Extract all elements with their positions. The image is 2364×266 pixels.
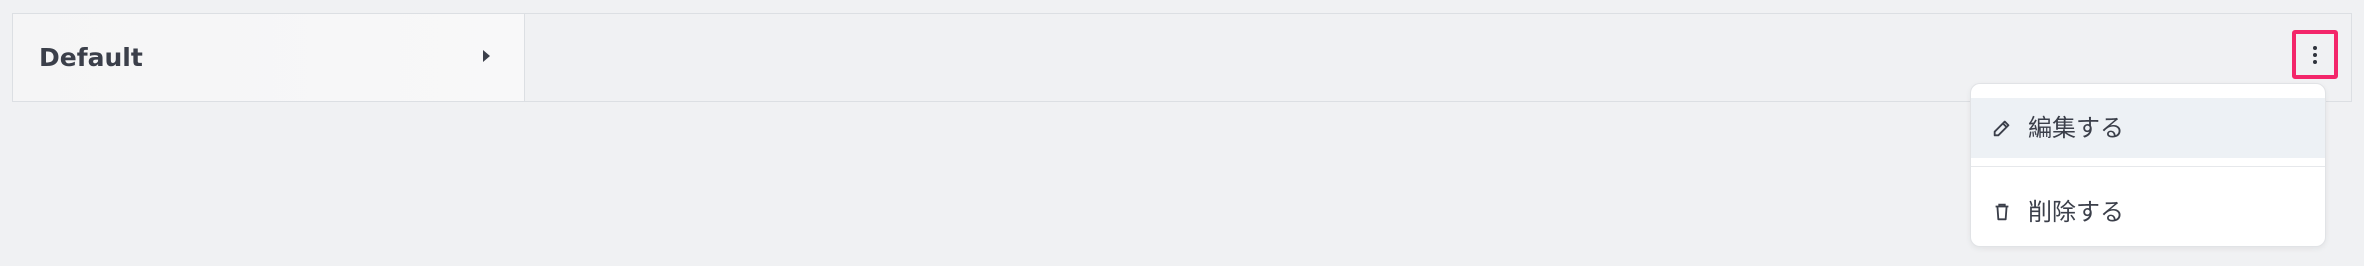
menu-divider: [1971, 166, 2325, 167]
more-options-button[interactable]: [2292, 30, 2338, 79]
menu-item-label: 編集する: [2028, 114, 2124, 142]
menu-item-delete[interactable]: 削除する: [1971, 182, 2325, 242]
row-header[interactable]: Default: [13, 14, 525, 101]
menu-item-label: 削除する: [2028, 198, 2124, 226]
pencil-icon: [1993, 120, 2010, 137]
menu-item-edit[interactable]: 編集する: [1971, 98, 2325, 158]
trash-icon: [1995, 203, 2009, 221]
caret-right-icon[interactable]: [483, 50, 490, 62]
more-vertical-icon: [2313, 45, 2317, 64]
context-menu: 編集する 削除する: [1970, 83, 2326, 247]
row-title: Default: [39, 43, 143, 72]
